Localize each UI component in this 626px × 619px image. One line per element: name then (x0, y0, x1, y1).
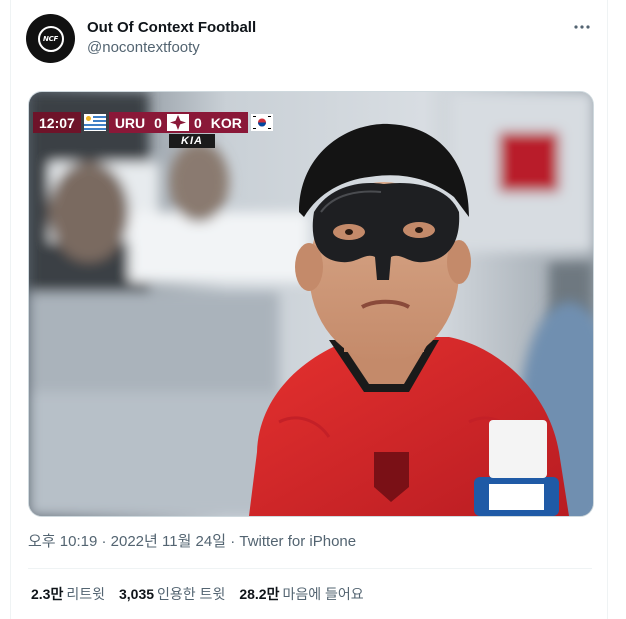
scorebug-away-team: KOR (204, 112, 248, 133)
engagement-stats: 2.3만 리트윗 3,035 인용한 트윗 28.2만 마음에 들어요 (31, 584, 364, 604)
tweet-photo[interactable]: 12:07 URU 0 0 KOR KIA (28, 91, 594, 517)
divider (28, 568, 592, 569)
retweets-count: 2.3만 (31, 586, 64, 602)
likes-label: 마음에 들어요 (282, 586, 364, 602)
meta-separator: · (101, 533, 107, 550)
tweet-card: NCF Out Of Context Football @nocontextfo… (10, 0, 608, 619)
retweets-stat[interactable]: 2.3만 리트윗 (31, 584, 105, 604)
tweet-date[interactable]: 2022년 11월 24일 (111, 533, 226, 550)
meta-separator: · (230, 533, 236, 550)
world-cup-emblem-icon (164, 112, 191, 133)
scorebug-home-score: 0 (151, 112, 165, 133)
quotes-count: 3,035 (118, 586, 155, 602)
korea-flag-icon (250, 114, 273, 131)
likes-count: 28.2만 (239, 586, 280, 602)
likes-stat[interactable]: 28.2만 마음에 들어요 (239, 584, 363, 604)
scorebug-home-team: URU (108, 112, 152, 133)
scorebug-time: 12:07 (33, 112, 81, 133)
more-horizontal-icon (574, 25, 590, 29)
quotes-stat[interactable]: 3,035 인용한 트윗 (119, 584, 225, 604)
quotes-label: 인용한 트윗 (157, 586, 226, 602)
display-name[interactable]: Out Of Context Football (87, 18, 256, 38)
uruguay-flag-icon (83, 114, 106, 131)
tweet-meta: 오후 10:19 · 2022년 11월 24일 · Twitter for i… (28, 532, 356, 552)
avatar[interactable]: NCF (26, 14, 75, 63)
sponsor-logo: KIA (169, 134, 215, 148)
tweet-source[interactable]: Twitter for iPhone (239, 533, 356, 550)
avatar-logo: NCF (37, 25, 64, 52)
retweets-label: 리트윗 (66, 586, 105, 602)
more-button[interactable] (571, 16, 593, 38)
handle[interactable]: @nocontextfooty (87, 38, 256, 58)
scorebug-away-score: 0 (190, 112, 205, 133)
scorebug: 12:07 URU 0 0 KOR (33, 112, 276, 133)
tweet-time[interactable]: 오후 10:19 (28, 533, 97, 550)
author-block: Out Of Context Football @nocontextfooty (87, 18, 256, 58)
photo-illustration (29, 92, 593, 516)
